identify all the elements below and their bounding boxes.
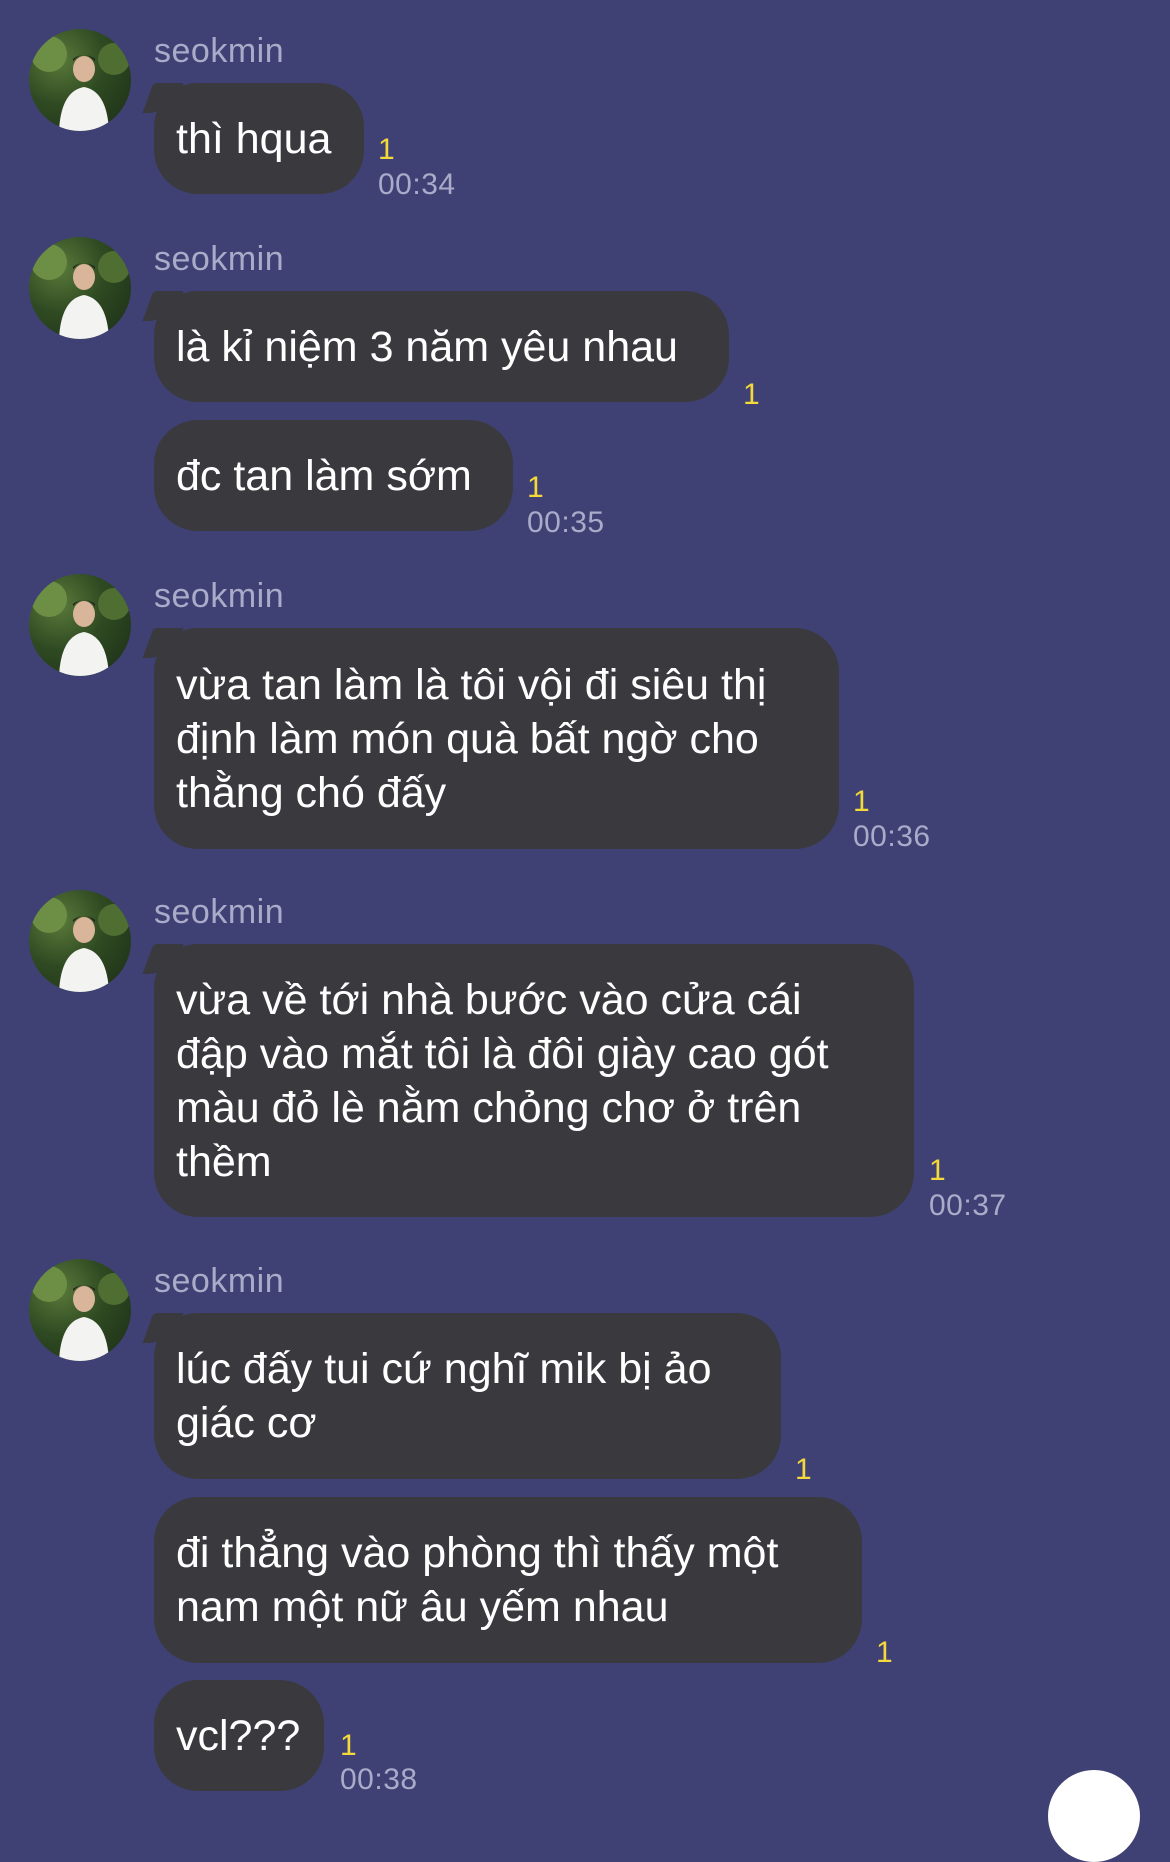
read-count: 1 [340,1729,357,1762]
sender-avatar[interactable] [29,890,131,992]
read-count: 1 [929,1154,946,1187]
avatar-photo-icon [31,1266,130,1361]
avatar-photo-icon [31,244,130,339]
avatar-photo-icon [31,581,130,676]
sender-name: seokmin [154,1262,285,1300]
avatar-photo-icon [31,897,130,992]
message-time: 00:35 [527,506,605,539]
avatar-photo-icon [31,36,130,131]
sender-avatar[interactable] [29,1259,131,1361]
message-text: lúc đấy tui cứ nghĩ mik bị ảo giác cơ [176,1345,712,1447]
sender-avatar[interactable] [29,29,131,131]
scroll-to-bottom-button[interactable] [1048,1770,1140,1862]
message-time: 00:37 [929,1189,1007,1222]
message-bubble[interactable]: thì hqua [154,83,364,194]
message-text: đc tan làm sớm [176,451,472,500]
message-bubble[interactable]: lúc đấy tui cứ nghĩ mik bị ảo giác cơ [154,1313,781,1479]
message-bubble[interactable]: đc tan làm sớm [154,420,513,531]
read-count: 1 [743,378,760,411]
read-count: 1 [378,133,395,166]
sender-name: seokmin [154,240,285,278]
sender-avatar[interactable] [29,237,131,339]
chat-message-list[interactable]: seokmin thì hqua 1 00:34 seokmin là kỉ n… [0,0,1170,1862]
sender-avatar[interactable] [29,574,131,676]
message-bubble[interactable]: vcl??? [154,1680,324,1791]
sender-name: seokmin [154,893,285,931]
message-time: 00:36 [853,820,931,853]
read-count: 1 [527,471,544,504]
message-text: vừa về tới nhà bước vào cửa cái đập vào … [176,975,829,1186]
sender-name: seokmin [154,32,285,70]
read-count: 1 [876,1636,893,1669]
message-time: 00:38 [340,1763,418,1796]
message-bubble[interactable]: là kỉ niệm 3 năm yêu nhau [154,291,729,402]
read-count: 1 [853,785,870,818]
message-text: là kỉ niệm 3 năm yêu nhau [176,322,678,371]
message-text: vcl??? [176,1711,301,1760]
message-text: vừa tan làm là tôi vội đi siêu thị định … [176,660,767,817]
message-bubble[interactable]: vừa tan làm là tôi vội đi siêu thị định … [154,628,839,849]
message-text: thì hqua [176,114,332,163]
message-bubble[interactable]: vừa về tới nhà bước vào cửa cái đập vào … [154,944,914,1217]
message-bubble[interactable]: đi thẳng vào phòng thì thấy một nam một … [154,1497,862,1663]
message-text: đi thẳng vào phòng thì thấy một nam một … [176,1529,779,1631]
message-time: 00:34 [378,168,456,201]
sender-name: seokmin [154,577,285,615]
read-count: 1 [795,1453,812,1486]
